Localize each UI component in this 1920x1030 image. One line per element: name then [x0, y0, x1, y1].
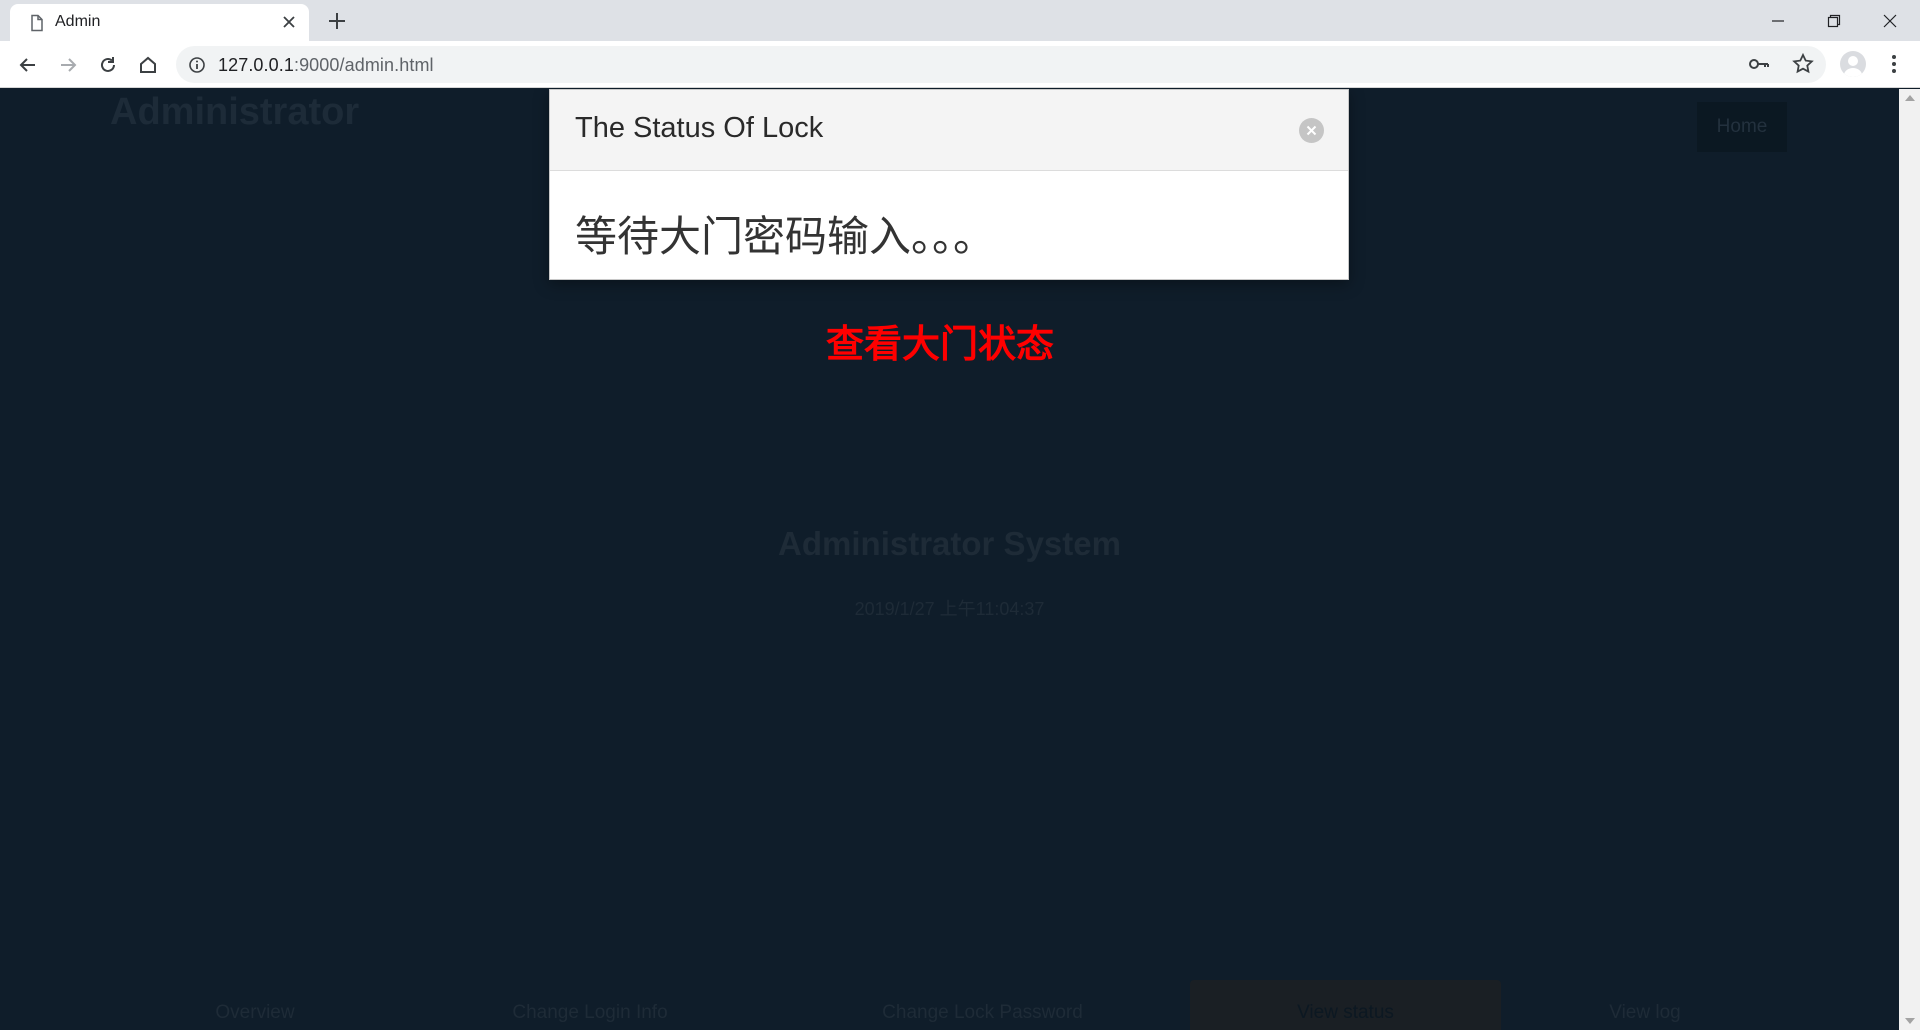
reload-icon [101, 57, 115, 72]
system-time: 2019/1/27 上午11:04:37 [854, 599, 1045, 619]
browser-toolbar: 127.0.0.1:9000/admin.html [0, 41, 1920, 88]
close-tab-icon[interactable] [278, 11, 300, 33]
key-icon[interactable] [1747, 52, 1771, 76]
forward-button[interactable] [54, 51, 82, 79]
minimize-icon [1772, 19, 1784, 22]
browser-titlebar: Admin [0, 0, 1920, 41]
more-vert-icon[interactable] [1884, 52, 1904, 76]
brand-title[interactable]: Administrator [110, 91, 359, 134]
system-title: Administrator System [778, 525, 1121, 562]
restore-button[interactable] [1806, 0, 1862, 41]
home-icon [140, 56, 156, 73]
page-content: Administrator Home 查看大门状态 Administrator … [0, 89, 1899, 1030]
star-icon[interactable] [1791, 52, 1815, 76]
lock-status-modal: The Status Of Lock 等待大门密码输入。。。 [549, 89, 1349, 280]
nav-overview[interactable]: Overview [155, 980, 355, 1030]
reload-button[interactable] [94, 51, 122, 79]
bottom-nav: Overview Change Login Info Change Lock P… [0, 980, 1899, 1030]
minimize-button[interactable] [1750, 0, 1806, 41]
person-icon [1843, 56, 1863, 77]
home-button[interactable] [134, 51, 162, 79]
address-bar[interactable]: 127.0.0.1:9000/admin.html [176, 46, 1826, 83]
nav-change-lock-password[interactable]: Change Lock Password [860, 980, 1105, 1030]
modal-title: The Status Of Lock [575, 112, 824, 144]
modal-message: 等待大门密码输入。。。 [575, 212, 996, 261]
modal-header: The Status Of Lock [550, 90, 1348, 171]
new-tab-icon[interactable] [325, 9, 349, 33]
tab-title: Admin [55, 13, 101, 30]
close-window-button[interactable] [1862, 0, 1918, 41]
url-text: 127.0.0.1:9000/admin.html [218, 55, 434, 76]
browser-tab[interactable]: Admin [10, 4, 309, 41]
url-host: 127.0.0.1 [218, 55, 294, 75]
nav-view-log[interactable]: View log [1570, 980, 1720, 1030]
close-icon [1883, 14, 1897, 27]
nav-change-login-info[interactable]: Change Login Info [480, 980, 700, 1030]
back-button[interactable] [14, 51, 42, 79]
view-gate-status-button[interactable]: 查看大门状态 [0, 313, 1880, 368]
close-icon [1306, 125, 1317, 136]
profile-avatar[interactable] [1840, 51, 1866, 77]
nav-view-status[interactable]: View status [1190, 980, 1501, 1030]
vertical-scrollbar[interactable] [1899, 89, 1920, 1030]
scroll-up-arrow-icon[interactable] [1905, 95, 1915, 101]
document-icon [31, 14, 43, 32]
arrow-right-icon [61, 58, 77, 72]
url-path: :9000/admin.html [293, 55, 434, 75]
info-icon[interactable] [188, 56, 206, 74]
home-link[interactable]: Home [1697, 102, 1787, 152]
restore-icon [1827, 14, 1841, 27]
modal-close-button[interactable] [1299, 118, 1324, 143]
arrow-left-icon [19, 58, 35, 72]
scroll-down-arrow-icon[interactable] [1905, 1018, 1915, 1024]
